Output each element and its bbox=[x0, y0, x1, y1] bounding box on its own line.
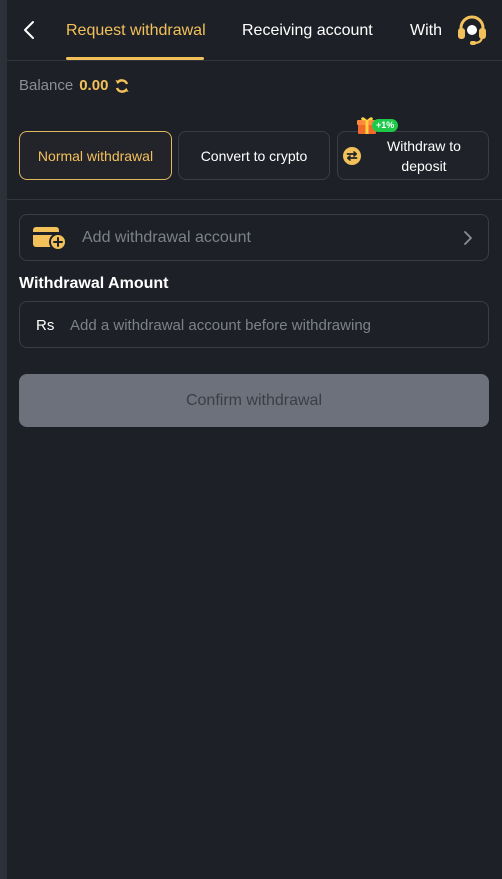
method-withdraw-to-deposit[interactable]: Withdraw to deposit +1% bbox=[337, 117, 489, 180]
chevron-left-icon bbox=[24, 21, 34, 39]
withdrawal-page: Request withdrawal Receiving account Wit… bbox=[7, 0, 502, 879]
swap-icon bbox=[343, 147, 361, 165]
refresh-icon[interactable] bbox=[114, 78, 130, 94]
promo-badge: +1% bbox=[356, 116, 399, 134]
section-divider bbox=[7, 199, 502, 200]
withdrawal-amount-field: Rs bbox=[19, 301, 489, 348]
add-account-label: Add withdrawal account bbox=[82, 229, 251, 246]
add-withdrawal-account-button[interactable]: Add withdrawal account bbox=[19, 214, 489, 261]
balance-row: Balance 0.00 bbox=[19, 77, 130, 94]
method-convert-to-crypto[interactable]: Convert to crypto bbox=[178, 131, 330, 180]
withdraw-to-deposit-label: Withdraw to deposit bbox=[387, 137, 461, 174]
withdrawal-method-options: Normal withdrawal Convert to crypto With… bbox=[19, 117, 489, 181]
headset-icon bbox=[458, 15, 486, 45]
wallet-add-icon bbox=[33, 227, 66, 251]
tab-receiving-account[interactable]: Receiving account bbox=[242, 0, 373, 61]
balance-label: Balance bbox=[19, 77, 74, 94]
confirm-withdrawal-button[interactable]: Confirm withdrawal bbox=[19, 374, 489, 427]
tab-withdrawal-record[interactable]: With bbox=[410, 0, 442, 61]
left-edge-strip bbox=[0, 0, 7, 879]
customer-support-button[interactable] bbox=[455, 14, 489, 46]
back-button[interactable] bbox=[17, 16, 41, 44]
balance-value: 0.00 bbox=[79, 77, 109, 94]
withdrawal-amount-title: Withdrawal Amount bbox=[19, 275, 169, 292]
chevron-right-icon bbox=[464, 231, 472, 245]
currency-label: Rs bbox=[36, 317, 55, 334]
active-tab-indicator bbox=[66, 57, 204, 60]
tab-request-withdrawal[interactable]: Request withdrawal bbox=[66, 0, 206, 61]
promo-bonus-pill: +1% bbox=[372, 118, 399, 132]
method-normal-withdrawal[interactable]: Normal withdrawal bbox=[19, 131, 172, 180]
withdrawal-amount-input[interactable] bbox=[70, 310, 470, 340]
header-tabs: Request withdrawal Receiving account Wit… bbox=[7, 0, 502, 61]
